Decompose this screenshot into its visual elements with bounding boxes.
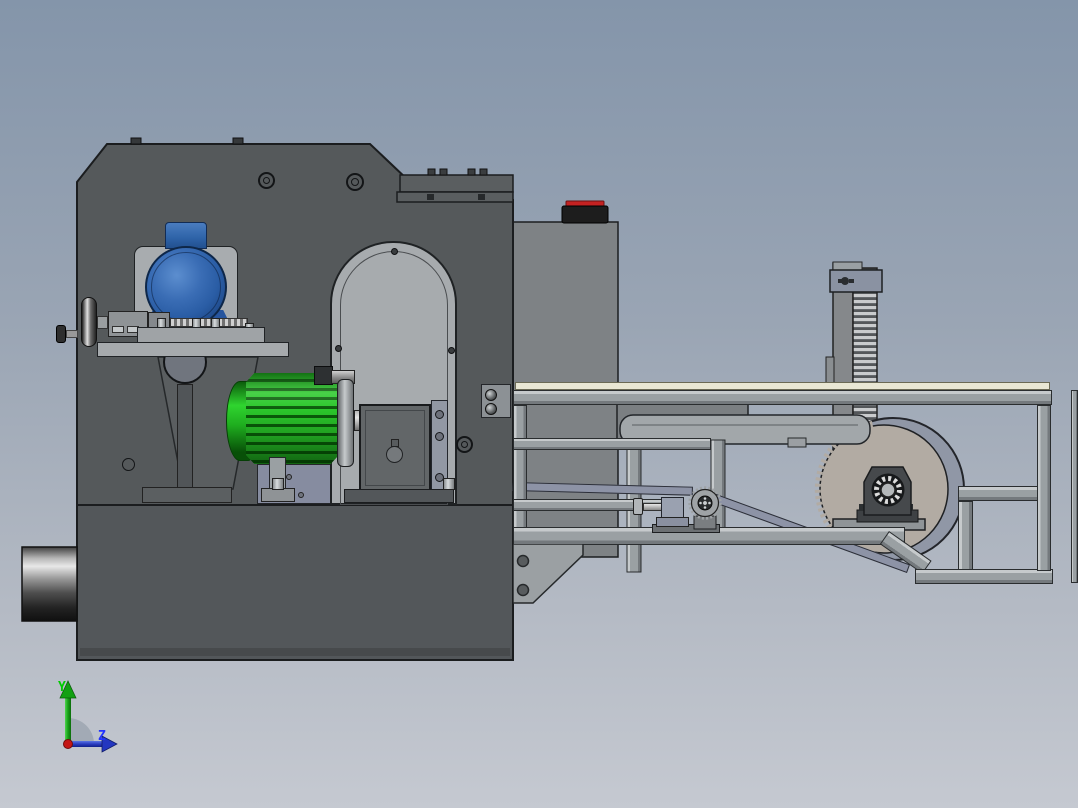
tank-cap[interactable] — [561, 200, 609, 224]
tensioner-foot — [656, 517, 689, 527]
tensioner-shaft — [643, 503, 663, 511]
handwheel-hub — [97, 316, 108, 329]
bolt — [443, 478, 455, 490]
gusset-bracket[interactable] — [513, 544, 585, 604]
housing-port-ring-inner — [351, 178, 359, 186]
frame-edge-member — [1071, 390, 1078, 583]
frame-bottom-rail-lower[interactable] — [915, 569, 1053, 584]
bolt — [516, 583, 530, 597]
bolt — [516, 554, 530, 568]
triad-quarter-disc — [68, 718, 94, 744]
housing-port-ring-inner — [461, 441, 468, 448]
handwheel[interactable] — [81, 297, 97, 347]
screw — [485, 389, 497, 401]
frame-right-post[interactable] — [1037, 405, 1051, 571]
screw — [391, 248, 398, 255]
pedestal-foot — [142, 487, 232, 503]
cad-viewport[interactable]: Y Z — [0, 0, 1078, 808]
bearing-bore — [880, 482, 896, 498]
gearbox-sight-hole — [386, 446, 403, 463]
base-bottom-strip — [80, 648, 510, 656]
blue-motor-junction-box[interactable] — [165, 222, 207, 249]
side-knob-stem — [66, 330, 78, 338]
axis-y-label: Y — [58, 680, 66, 695]
bolt — [435, 410, 444, 419]
tensioner-knob[interactable] — [633, 498, 643, 515]
green-motor-foot — [261, 488, 295, 502]
detail — [112, 326, 124, 333]
axis-z-label: Z — [98, 729, 106, 744]
frame-inner-post[interactable] — [958, 501, 973, 570]
green-motor-flange — [337, 379, 354, 467]
screw — [335, 345, 342, 352]
housing-port-ring-inner — [263, 177, 270, 184]
gearbox[interactable] — [359, 404, 431, 492]
y-axis-arrow — [65, 696, 71, 744]
bolt — [435, 432, 444, 441]
bolt — [298, 492, 304, 498]
motor-mount-plate[interactable] — [137, 327, 265, 343]
bolt — [286, 474, 292, 480]
frame-mid-rail[interactable] — [513, 438, 711, 450]
leadscrew — [170, 318, 248, 327]
housing-step-block[interactable] — [396, 168, 514, 203]
pedestal-stem — [177, 384, 193, 488]
frame-inner-top-rail[interactable] — [958, 486, 1039, 501]
gearbox-base — [344, 489, 454, 503]
tension-sprocket[interactable] — [687, 485, 725, 531]
frame-top-rail[interactable] — [513, 390, 1052, 405]
green-motor[interactable] — [246, 373, 339, 464]
shaft-stub-cylinder[interactable] — [21, 546, 78, 622]
housing-port-ring — [122, 458, 135, 471]
screw — [448, 347, 455, 354]
frame-tabletop-strip — [515, 382, 1050, 390]
wall-bolt-plate — [481, 384, 511, 418]
screw — [485, 403, 497, 415]
table-plate[interactable] — [97, 342, 289, 357]
machine-base[interactable] — [76, 504, 514, 661]
side-knob[interactable] — [56, 325, 66, 343]
x-axis-origin — [63, 739, 73, 749]
bolt — [272, 478, 284, 490]
